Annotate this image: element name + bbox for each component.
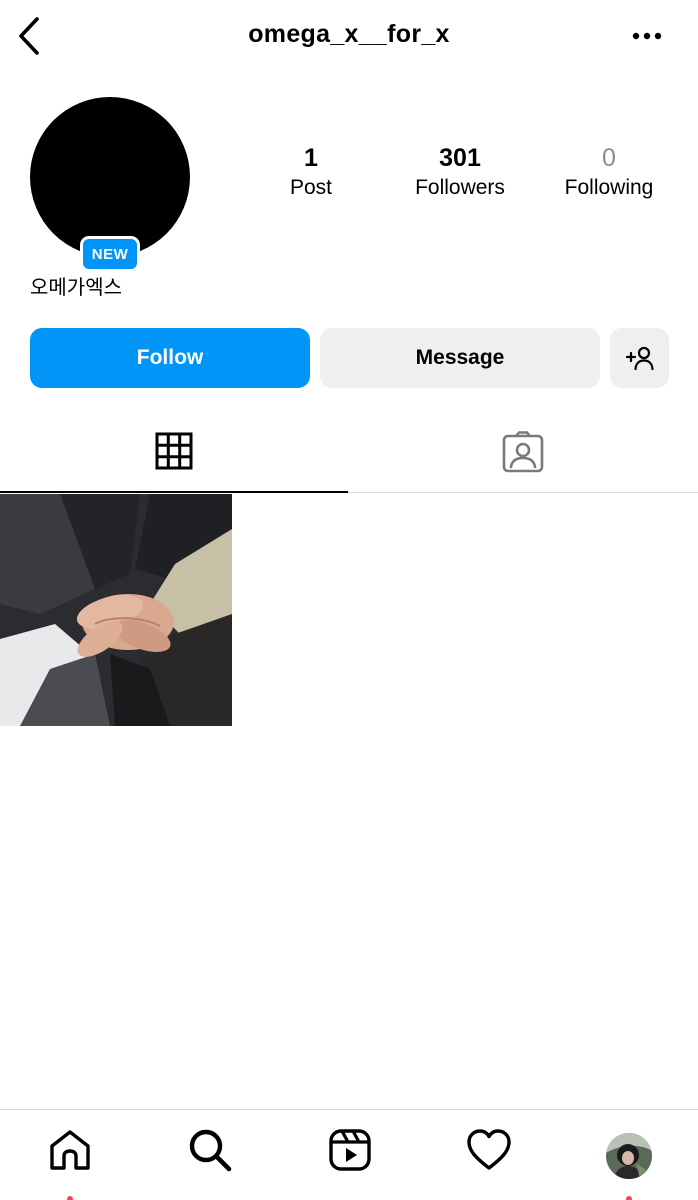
nav-reels[interactable] xyxy=(320,1128,380,1184)
stat-value: 0 xyxy=(602,144,616,172)
stat-label: Followers xyxy=(415,176,505,199)
grid-icon xyxy=(155,432,193,469)
home-icon xyxy=(50,1130,90,1170)
follow-button[interactable]: Follow xyxy=(30,328,310,388)
display-name: 오메가엑스 xyxy=(30,275,122,299)
profile-avatar[interactable] xyxy=(30,97,190,257)
avatar-image xyxy=(606,1133,652,1179)
bottom-nav xyxy=(0,1109,698,1200)
nav-profile[interactable] xyxy=(599,1128,659,1200)
tab-tagged[interactable] xyxy=(348,410,698,493)
nav-search[interactable] xyxy=(180,1128,240,1184)
profile-page: omega_x__for_x NEW 오메가엑스 1 Post 301 Foll… xyxy=(0,0,698,1200)
notification-dot xyxy=(67,1196,73,1200)
stat-followers[interactable]: 301 Followers xyxy=(385,142,535,202)
stat-value: 301 xyxy=(439,144,481,172)
stat-label: Following xyxy=(564,176,654,199)
add-person-icon xyxy=(625,346,654,371)
nav-home[interactable] xyxy=(40,1128,100,1200)
stat-following[interactable]: 0 Following xyxy=(534,142,684,202)
stat-label: Post xyxy=(289,176,333,199)
stat-posts[interactable]: 1 Post xyxy=(236,142,386,202)
message-button[interactable]: Message xyxy=(320,328,600,388)
nav-activity[interactable] xyxy=(459,1128,519,1184)
new-badge: NEW xyxy=(80,236,140,272)
reels-icon xyxy=(329,1129,371,1171)
search-icon xyxy=(189,1129,232,1172)
notification-dot xyxy=(626,1196,632,1200)
more-icon xyxy=(632,32,662,40)
post-thumbnail[interactable] xyxy=(0,494,232,726)
tagged-icon xyxy=(502,430,544,472)
profile-tabs xyxy=(0,410,698,493)
group-hands-photo xyxy=(0,494,232,726)
profile-avatar-thumbnail xyxy=(606,1133,652,1179)
top-bar: omega_x__for_x xyxy=(0,0,698,76)
heart-icon xyxy=(467,1129,511,1170)
stat-value: 1 xyxy=(304,144,318,172)
tab-posts-grid[interactable] xyxy=(0,410,348,493)
profile-username: omega_x__for_x xyxy=(248,20,450,48)
suggested-users-button[interactable] xyxy=(610,328,669,388)
more-options-button[interactable] xyxy=(626,22,668,50)
